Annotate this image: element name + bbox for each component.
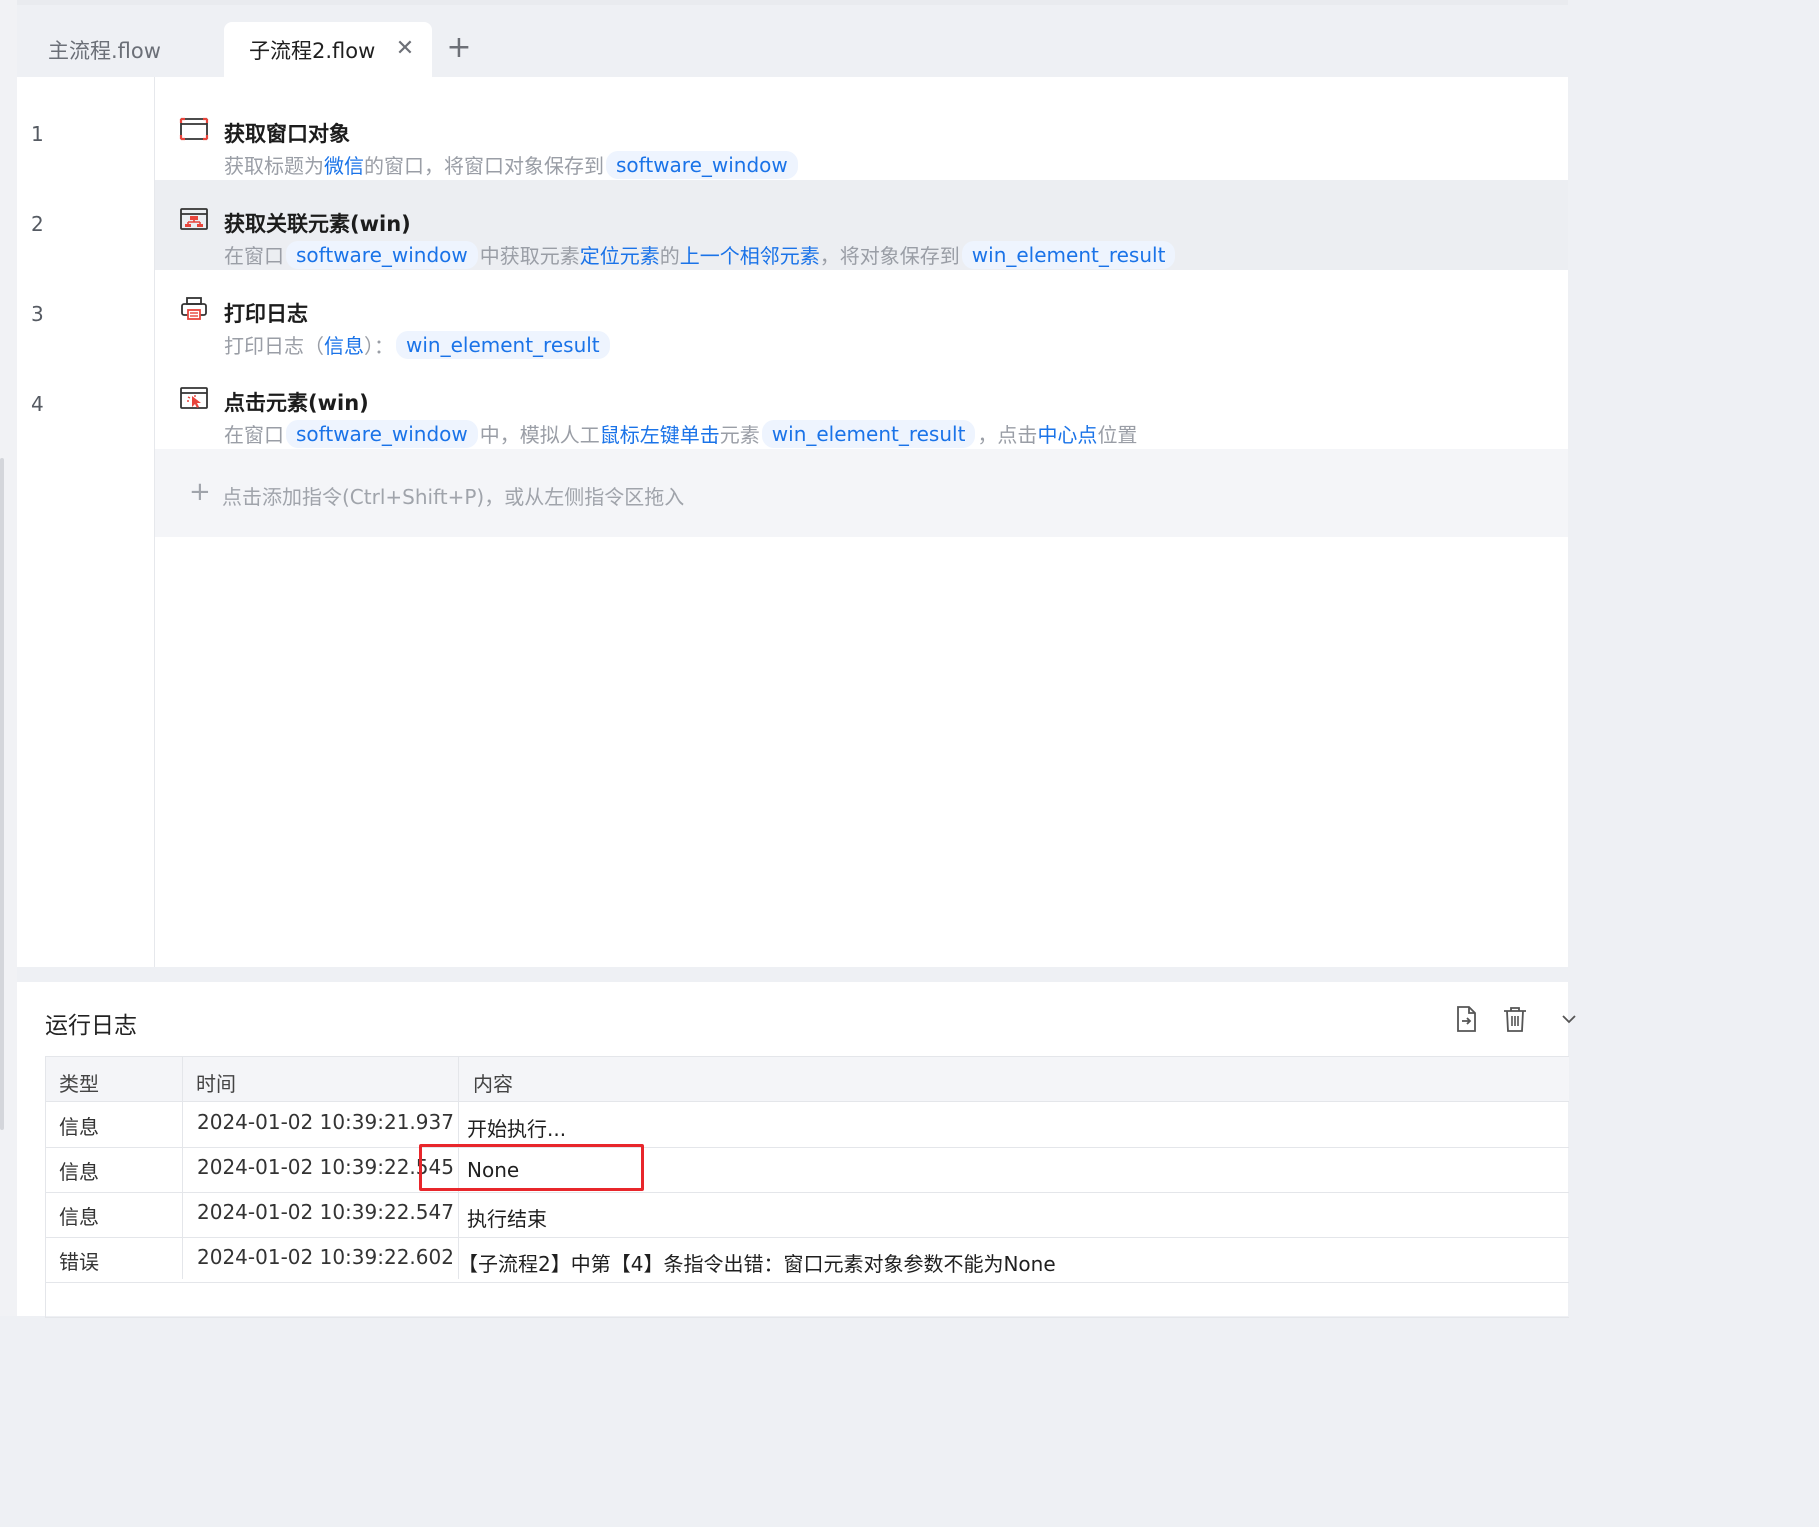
param-keyword[interactable]: 中心点	[1037, 419, 1097, 448]
log-type: 错误	[59, 1250, 99, 1274]
instruction-row[interactable]: 获取窗口对象 获取标题为 微信 的窗口，将窗口对象保存到 software_windo…	[155, 90, 1568, 180]
tab-label: 子流程2.flow	[249, 38, 376, 63]
variable-chip[interactable]: win_element_result	[761, 419, 976, 448]
desc-text: 的窗口，将窗口对象保存到	[364, 154, 604, 178]
instruction-desc: 在窗口 software_window 中获取元素 定位元素的上一个相邻元素 ，将对象保…	[224, 240, 1177, 269]
plus-icon: +	[189, 477, 211, 507]
tab-subflow2[interactable]: 子流程2.flow ✕	[224, 22, 432, 77]
param-keyword[interactable]: 信息	[324, 330, 364, 359]
column-header-time: 时间	[196, 1072, 236, 1096]
log-content: None	[467, 1158, 520, 1182]
instruction-row[interactable]: 点击元素(win) 在窗口 software_window 中，模拟人工 鼠标左键单击…	[155, 359, 1568, 449]
column-divider	[458, 1057, 459, 1279]
desc-text: 的	[659, 244, 680, 268]
desc-text: 在窗口	[224, 244, 284, 268]
add-instruction-area[interactable]: + 点击添加指令(Ctrl+Shift+P)，或从左侧指令区拖入	[155, 449, 1568, 537]
element-tree-icon	[180, 208, 208, 230]
window-icon	[179, 117, 209, 141]
log-row[interactable]: 错误 2024-01-02 10:39:22.602 【子流程2】中第【4】条指…	[46, 1237, 1569, 1283]
param-keyword[interactable]: 微信	[324, 150, 364, 179]
variable-chip[interactable]: software_window	[286, 240, 478, 269]
plus-icon[interactable]: +	[444, 28, 474, 68]
line-number: 4	[31, 392, 44, 416]
instruction-desc: 获取标题为 微信 的窗口，将窗口对象保存到 software_window	[224, 150, 800, 179]
line-gutter: 1 2 3 4	[17, 77, 155, 967]
log-type: 信息	[59, 1115, 99, 1139]
variable-chip[interactable]: software_window	[286, 419, 478, 448]
log-time: 2024-01-02 10:39:22.545	[197, 1155, 454, 1179]
variable-chip[interactable]: win_element_result	[396, 330, 610, 359]
param-keyword[interactable]: 鼠标左键单击	[600, 419, 720, 448]
line-number: 3	[31, 302, 44, 326]
chevron-down-icon[interactable]	[1557, 1004, 1587, 1034]
param-keyword[interactable]: 上一个相邻元素	[680, 240, 820, 269]
add-instruction-hint: 点击添加指令(Ctrl+Shift+P)，或从左侧指令区拖入	[222, 485, 685, 509]
instruction-title: 打印日志	[224, 302, 308, 326]
instruction-desc: 在窗口 software_window 中，模拟人工 鼠标左键单击 元素 win_elem…	[224, 419, 1137, 448]
log-row[interactable]: 信息 2024-01-02 10:39:21.937 开始执行...	[46, 1102, 1569, 1148]
log-time: 2024-01-02 10:39:22.547	[197, 1200, 454, 1224]
instruction-row[interactable]: 打印日志 打印日志（ 信息）： win_element_result	[155, 270, 1568, 360]
desc-text: 获取标题为	[224, 154, 324, 178]
desc-text: ，点击	[977, 423, 1038, 447]
log-table: 类型 时间 内容 信息 2024-01-02 10:39:21.937 开始执行…	[45, 1056, 1569, 1318]
log-table-header: 类型 时间 内容	[46, 1057, 1569, 1102]
log-row[interactable]: 信息 2024-01-02 10:39:22.547 执行结束	[46, 1192, 1569, 1238]
log-time: 2024-01-02 10:39:21.937	[197, 1110, 454, 1134]
log-content: 【子流程2】中第【4】条指令出错：窗口元素对象参数不能为None	[458, 1252, 1056, 1276]
click-element-icon	[180, 387, 208, 409]
instruction-title: 点击元素(win)	[224, 391, 369, 415]
printer-icon	[181, 297, 207, 320]
desc-text: 中获取元素	[479, 244, 580, 268]
tab-label: 主流程.flow	[48, 38, 161, 63]
log-row[interactable]: 信息 2024-01-02 10:39:22.545 None	[46, 1147, 1569, 1193]
param-keyword[interactable]: 定位元素	[580, 240, 660, 269]
variable-chip[interactable]: software_window	[606, 150, 798, 179]
left-panel-scrollbar[interactable]	[0, 458, 4, 1130]
line-number: 2	[31, 212, 44, 236]
trash-icon[interactable]	[1500, 1004, 1530, 1034]
desc-text: 元素	[719, 423, 760, 447]
line-number: 1	[31, 122, 44, 146]
column-header-type: 类型	[59, 1072, 99, 1096]
variable-chip[interactable]: win_element_result	[961, 240, 1176, 269]
tab-bar: 主流程.flow 子流程2.flow ✕ +	[17, 5, 1568, 77]
column-header-content: 内容	[473, 1072, 513, 1096]
export-file-icon[interactable]	[1451, 1004, 1481, 1034]
log-title: 运行日志	[45, 1013, 137, 1039]
column-divider	[182, 1057, 183, 1279]
instruction-title: 获取关联元素(win)	[224, 212, 411, 236]
instruction-title: 获取窗口对象	[224, 122, 350, 146]
run-log-panel: 运行日志 类型 时间 内容 信息 2024-01-02 10:39:21.937…	[17, 982, 1576, 1318]
instruction-row-selected[interactable]: 获取关联元素(win) 在窗口 software_window 中获取元素 定位元素的…	[155, 180, 1568, 270]
desc-text: 打印日志（	[224, 334, 324, 358]
desc-text: 中，模拟人工	[479, 423, 600, 447]
desc-text: 在窗口	[224, 423, 284, 447]
desc-text: ）：	[364, 334, 394, 358]
log-time: 2024-01-02 10:39:22.602	[197, 1245, 454, 1269]
log-type: 信息	[59, 1160, 99, 1184]
desc-text: 位置	[1097, 423, 1138, 447]
instruction-desc: 打印日志（ 信息）： win_element_result	[224, 330, 612, 359]
log-type: 信息	[59, 1205, 99, 1229]
tab-main-flow[interactable]: 主流程.flow	[48, 22, 161, 77]
desc-text: ，将对象保存到	[819, 244, 960, 268]
close-icon[interactable]: ✕	[392, 36, 418, 62]
log-content: 执行结束	[467, 1207, 547, 1231]
flow-editor: 1 2 3 4 获取窗口对象 获取标题为 微信 的窗口，将窗口对象保存到 softwa…	[17, 77, 1568, 967]
log-content: 开始执行...	[467, 1117, 567, 1141]
